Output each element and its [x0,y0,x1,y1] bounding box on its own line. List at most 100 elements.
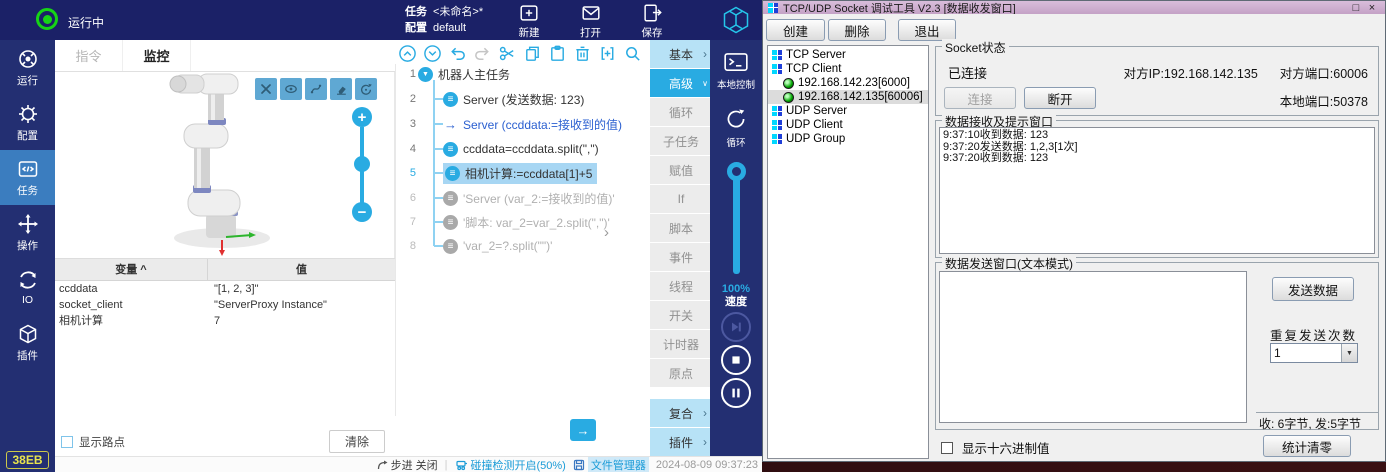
tree-node-disabled[interactable]: 7 '脚本: var_2=var_2.split(",")' [396,212,610,232]
step-mode-status[interactable]: 步进 关闭 [376,457,438,472]
tree-node-running[interactable]: 3 Server (ccddata:=接收到的值) [396,114,622,134]
category-if[interactable]: If [650,185,712,213]
insert-bracket-icon[interactable] [598,44,617,63]
file-manager-status[interactable]: 文件管理器 [573,457,649,472]
hex-checkbox[interactable] [941,442,953,454]
next-page-button[interactable] [570,419,596,441]
sidebar-item-config[interactable]: 配置 [0,95,55,150]
save-task-button[interactable]: 保存 [641,2,663,40]
view-rotate-button[interactable] [355,78,377,100]
command-node-icon [443,239,458,254]
send-data-button[interactable]: 发送数据 [1272,277,1354,301]
tree-item-udp-server[interactable]: UDP Server [768,104,928,118]
redo-icon[interactable] [473,44,492,63]
byte-stats: 收: 6字节, 发:5字节 [1256,412,1378,429]
sidebar-item-io[interactable]: IO [0,260,55,315]
category-origin[interactable]: 原点 [650,359,712,387]
stop-button[interactable] [721,345,751,375]
tree-node[interactable]: 4 ccddata=ccddata.split(",") [396,139,599,159]
category-basic[interactable]: 基本 [650,40,712,68]
sidebar-item-run[interactable]: 运行 [0,40,55,95]
tree-node-root[interactable]: 1 机器人主任务 [396,64,510,84]
category-script[interactable]: 脚本 [650,214,712,242]
tab-instruction[interactable]: 指令 [55,40,123,71]
local-control-button[interactable]: 本地控制 [710,50,762,91]
view-tools-button[interactable] [255,78,277,100]
undo-icon[interactable] [448,44,467,63]
new-task-button[interactable]: 新建 [518,2,540,40]
category-plugin[interactable]: 插件 [650,428,712,456]
disconnect-button[interactable]: 断开 [1024,87,1096,109]
delete-icon[interactable] [573,44,592,63]
speed-slider-track[interactable] [733,176,740,274]
repeat-count-select[interactable]: 1 [1270,343,1358,363]
cut-icon[interactable] [498,44,517,63]
category-compound[interactable]: 复合 [650,399,712,427]
maximize-button[interactable]: □ [1348,2,1364,14]
expand-all-icon[interactable] [423,44,442,63]
zoom-out-button[interactable]: − [352,202,372,222]
col-variable[interactable]: 变量 ^ [55,259,208,280]
tree-item-connection-selected[interactable]: 192.168.142.135[60006] [768,90,928,104]
task-meta: 任务<未命名>* 配置default [405,4,483,36]
zoom-in-button[interactable]: + [352,107,372,127]
step-forward-button[interactable] [721,312,751,342]
open-task-button[interactable]: 打开 [580,2,602,40]
category-thread[interactable]: 线程 [650,272,712,300]
view-visibility-button[interactable] [280,78,302,100]
category-switch[interactable]: 开关 [650,301,712,329]
tree-item-udp-client[interactable]: UDP Client [768,118,928,132]
sidebar-item-operate[interactable]: 操作 [0,205,55,260]
tree-node-disabled[interactable]: 8 'var_2=?.split("")' [396,236,552,256]
close-button[interactable]: × [1364,2,1380,14]
tree-node-disabled[interactable]: 6 'Server (var_2:=接收到的值)' [396,188,615,208]
zoom-slider-handle[interactable] [354,156,370,172]
collision-status[interactable]: 碰撞检测开启(50%) [455,457,566,472]
sidebar-item-task[interactable]: 任务 [0,150,55,205]
category-advanced[interactable]: 高级 [650,69,712,97]
local-port: 本地端口:50378 [1280,91,1368,110]
col-value[interactable]: 值 [208,259,395,280]
collapse-all-icon[interactable] [398,44,417,63]
search-icon[interactable] [623,44,642,63]
category-assign[interactable]: 赋值 [650,156,712,184]
copy-icon[interactable] [523,44,542,63]
tree-item-tcp-client[interactable]: TCP Client [768,62,928,76]
category-event[interactable]: 事件 [650,243,712,271]
paste-icon[interactable] [548,44,567,63]
connect-button[interactable]: 连接 [944,87,1016,109]
connection-led-icon [783,78,794,89]
view-erase-button[interactable] [330,78,352,100]
category-subtask[interactable]: 子任务 [650,127,712,155]
robot-3d-view[interactable]: + − [55,72,395,258]
clear-stats-button[interactable]: 统计清零 [1263,435,1351,457]
dropdown-arrow-icon[interactable] [1341,344,1357,362]
panel-expand-chevron-icon[interactable] [604,224,609,241]
receive-log[interactable]: 9:37:10收到数据: 123 9:37:20发送数据: 1,2,3[1次] … [939,127,1375,254]
table-row[interactable]: ccddata "[1, 2, 3]" [55,281,395,297]
table-row[interactable]: socket_client "ServerProxy Instance" [55,297,395,313]
tree-node[interactable]: 2 Server (发送数据: 123) [396,89,584,109]
socket-type-icon [772,120,782,130]
tree-item-tcp-server[interactable]: TCP Server [768,48,928,62]
category-loop[interactable]: 循环 [650,98,712,126]
exit-button[interactable]: 退出 [898,19,956,41]
pause-button[interactable] [721,378,751,408]
create-button[interactable]: 创建 [766,19,825,41]
delete-button[interactable]: 删除 [828,19,886,41]
tab-monitor[interactable]: 监控 [123,40,191,71]
sidebar-item-plugin[interactable]: 插件 [0,315,55,370]
table-row[interactable]: 相机计算 7 [55,313,395,329]
clear-button[interactable]: 清除 [329,430,385,453]
statusbar-divider: | [445,459,448,471]
send-data-input[interactable] [939,271,1247,423]
loop-mode-button[interactable]: 循环 [710,106,762,149]
window-titlebar[interactable]: TCP/UDP Socket 调试工具 V2.3 [数据收发窗口] □ × [763,1,1385,14]
tree-item-connection[interactable]: 192.168.142.23[6000] [768,76,928,90]
robot-app: 运行中 任务<未命名>* 配置default 新建 打开 保存 [0,0,762,472]
tree-item-udp-group[interactable]: UDP Group [768,132,928,146]
category-timer[interactable]: 计时器 [650,330,712,358]
view-path-button[interactable] [305,78,327,100]
tree-node-selected[interactable]: 5 相机计算:=ccddata[1]+5 [396,163,597,183]
show-waypoints-checkbox[interactable] [61,436,73,448]
